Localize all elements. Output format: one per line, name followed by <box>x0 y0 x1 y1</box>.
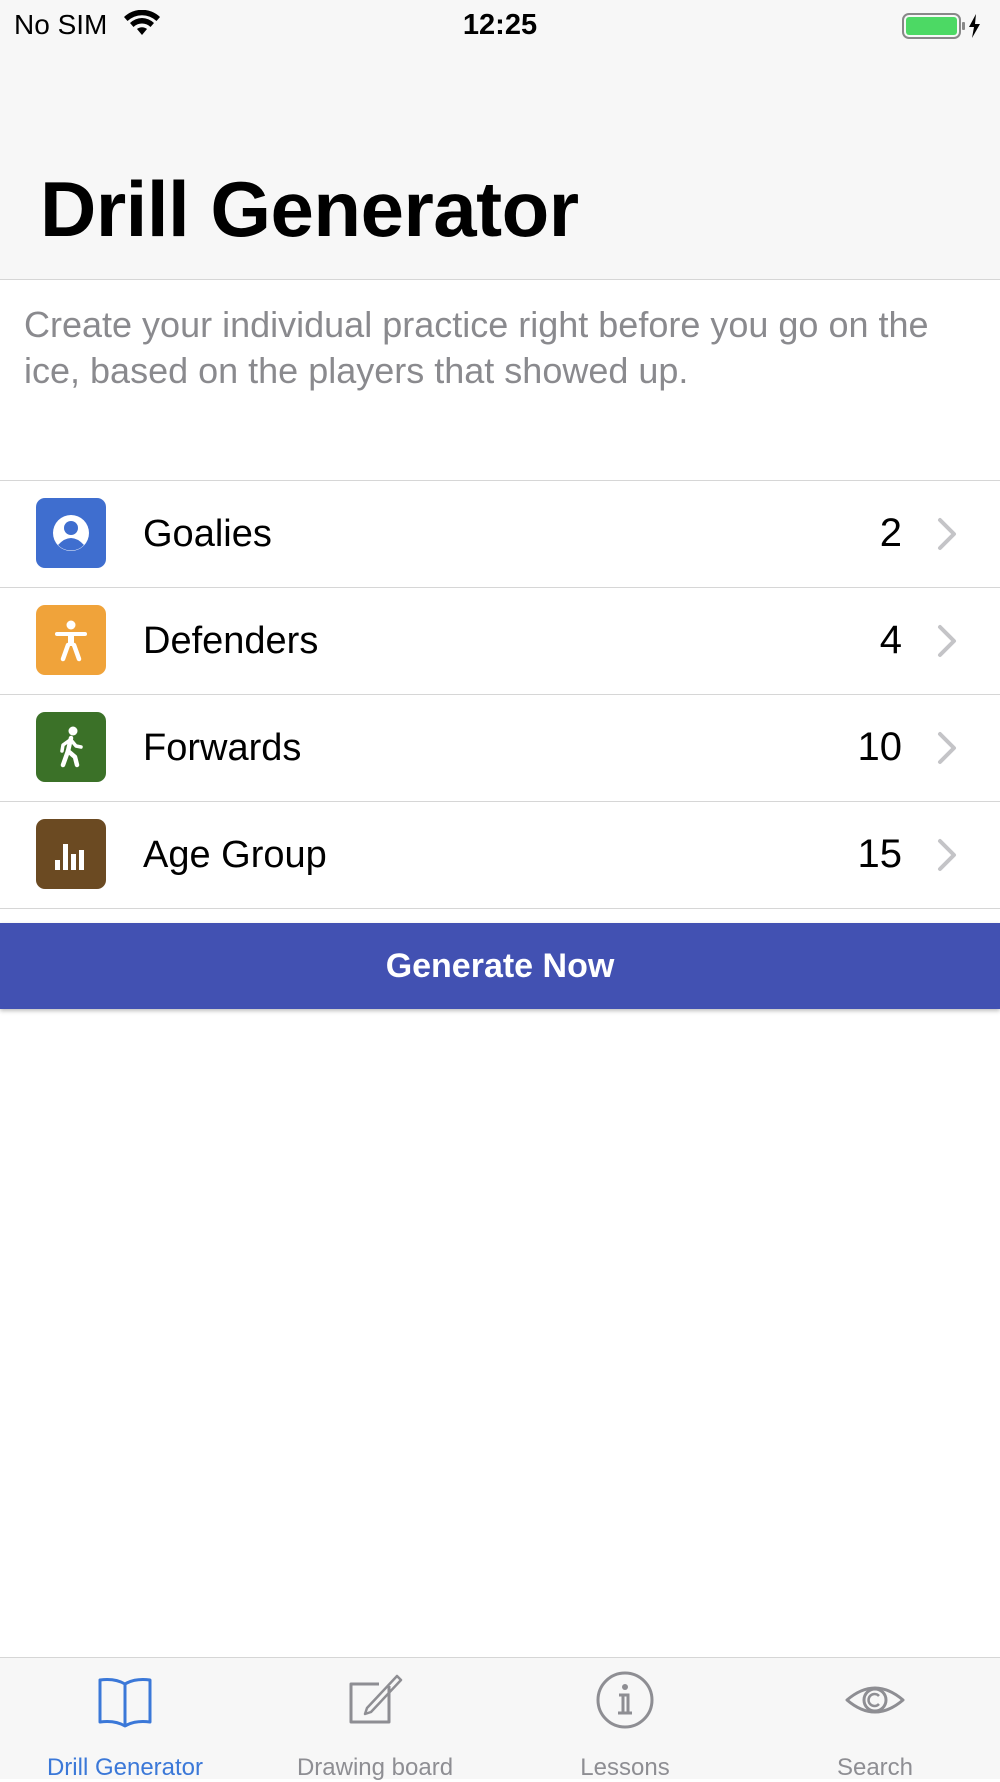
info-icon <box>596 1671 654 1729</box>
list-item-count: 10 <box>857 725 903 769</box>
list-item-defenders[interactable]: Defenders 4 <box>0 588 1000 695</box>
compose-icon <box>349 1674 403 1724</box>
list-item-count: 2 <box>879 511 902 555</box>
chevron-right-icon <box>938 839 956 871</box>
battery-charging-icon <box>902 13 980 39</box>
accessibility-icon <box>36 605 106 675</box>
nav-header: Drill Generator <box>0 50 1000 280</box>
list-item-label: Goalies <box>143 513 272 555</box>
book-icon <box>98 1678 152 1728</box>
person-circle-icon <box>36 498 106 568</box>
tab-drill-generator[interactable]: Drill Generator <box>0 1658 250 1781</box>
description-text: Create your individual practice right be… <box>24 304 929 391</box>
eye-icon <box>845 1686 905 1714</box>
player-list: Goalies 2 Defenders 4 Forwards 10 Age Gr… <box>0 480 1000 909</box>
list-item-age-group[interactable]: Age Group 15 <box>0 802 1000 909</box>
tab-lessons[interactable]: Lessons <box>500 1658 750 1781</box>
list-item-label: Defenders <box>143 620 319 662</box>
tab-drawing-board[interactable]: Drawing board <box>250 1658 500 1781</box>
list-item-label: Forwards <box>143 727 302 769</box>
chevron-right-icon <box>938 732 956 764</box>
list-item-goalies[interactable]: Goalies 2 <box>0 481 1000 588</box>
tab-search[interactable]: Search <box>750 1658 1000 1781</box>
bar-chart-icon <box>36 819 106 889</box>
chevron-right-icon <box>938 518 956 550</box>
clock: 12:25 <box>462 9 538 41</box>
chevron-right-icon <box>938 625 956 657</box>
walking-person-icon <box>36 712 106 782</box>
page-title: Drill Generator <box>40 165 579 253</box>
list-item-count: 4 <box>879 618 902 662</box>
tab-bar: Drill Generator Drawing board Lessons Se… <box>0 1657 1000 1781</box>
list-item-label: Age Group <box>143 834 327 876</box>
status-bar: No SIM 12:25 <box>0 0 1000 50</box>
list-item-count: 15 <box>857 832 903 876</box>
generate-now-button[interactable]: Generate Now <box>0 923 1000 1009</box>
list-item-forwards[interactable]: Forwards 10 <box>0 695 1000 802</box>
